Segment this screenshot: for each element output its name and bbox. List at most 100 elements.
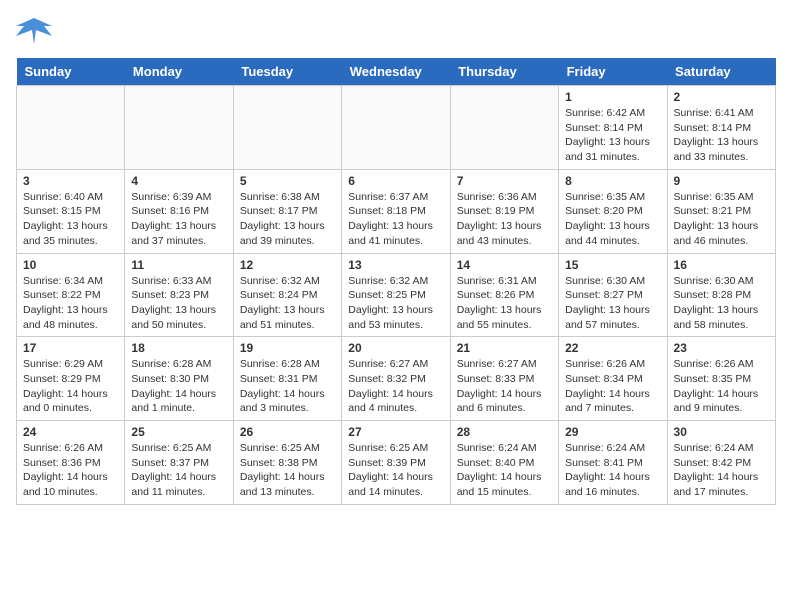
header (16, 16, 776, 46)
calendar-cell: 13 Sunrise: 6:32 AMSunset: 8:25 PMDayligh… (342, 253, 450, 337)
day-info: Sunrise: 6:37 AMSunset: 8:18 PMDaylight:… (348, 190, 443, 249)
day-number: 5 (240, 174, 335, 188)
day-info: Sunrise: 6:26 AMSunset: 8:34 PMDaylight:… (565, 357, 660, 416)
calendar-cell: 12 Sunrise: 6:32 AMSunset: 8:24 PMDayligh… (233, 253, 341, 337)
day-number: 28 (457, 425, 552, 439)
header-day-sunday: Sunday (17, 58, 125, 86)
day-info: Sunrise: 6:25 AMSunset: 8:37 PMDaylight:… (131, 441, 226, 500)
calendar-cell (342, 86, 450, 170)
calendar-cell: 7 Sunrise: 6:36 AMSunset: 8:19 PMDaylight… (450, 169, 558, 253)
calendar-cell: 24 Sunrise: 6:26 AMSunset: 8:36 PMDayligh… (17, 421, 125, 505)
header-day-friday: Friday (559, 58, 667, 86)
calendar-cell: 23 Sunrise: 6:26 AMSunset: 8:35 PMDayligh… (667, 337, 775, 421)
calendar-cell: 4Sunrise: 6:39 AMSunset: 8:16 PMDaylight… (125, 169, 233, 253)
day-info: Sunrise: 6:25 AMSunset: 8:38 PMDaylight:… (240, 441, 335, 500)
calendar-cell: 14Sunrise: 6:31 AMSunset: 8:26 PMDayligh… (450, 253, 558, 337)
calendar-cell: 11 Sunrise: 6:33 AMSunset: 8:23 PMDayligh… (125, 253, 233, 337)
calendar-cell: 16 Sunrise: 6:30 AMSunset: 8:28 PMDayligh… (667, 253, 775, 337)
day-number: 30 (674, 425, 769, 439)
calendar-header-row: SundayMondayTuesdayWednesdayThursdayFrid… (17, 58, 776, 86)
day-number: 16 (674, 258, 769, 272)
day-info: Sunrise: 6:32 AMSunset: 8:24 PMDaylight:… (240, 274, 335, 333)
calendar-cell: 8Sunrise: 6:35 AMSunset: 8:20 PMDaylight… (559, 169, 667, 253)
calendar-cell: 19 Sunrise: 6:28 AMSunset: 8:31 PMDayligh… (233, 337, 341, 421)
day-number: 11 (131, 258, 226, 272)
day-number: 27 (348, 425, 443, 439)
day-number: 17 (23, 341, 118, 355)
calendar-week-3: 10 Sunrise: 6:34 AMSunset: 8:22 PMDayligh… (17, 253, 776, 337)
calendar-week-5: 24 Sunrise: 6:26 AMSunset: 8:36 PMDayligh… (17, 421, 776, 505)
day-info: Sunrise: 6:24 AMSunset: 8:41 PMDaylight:… (565, 441, 660, 500)
header-day-thursday: Thursday (450, 58, 558, 86)
day-number: 3 (23, 174, 118, 188)
calendar-cell: 25 Sunrise: 6:25 AMSunset: 8:37 PMDayligh… (125, 421, 233, 505)
calendar-table: SundayMondayTuesdayWednesdayThursdayFrid… (16, 58, 776, 505)
day-number: 22 (565, 341, 660, 355)
day-info: Sunrise: 6:26 AMSunset: 8:36 PMDaylight:… (23, 441, 118, 500)
day-info: Sunrise: 6:31 AMSunset: 8:26 PMDaylight:… (457, 274, 552, 333)
calendar-week-4: 17 Sunrise: 6:29 AMSunset: 8:29 PMDayligh… (17, 337, 776, 421)
day-number: 24 (23, 425, 118, 439)
calendar-cell: 28 Sunrise: 6:24 AMSunset: 8:40 PMDayligh… (450, 421, 558, 505)
day-number: 18 (131, 341, 226, 355)
day-info: Sunrise: 6:27 AMSunset: 8:33 PMDaylight:… (457, 357, 552, 416)
calendar-cell: 22 Sunrise: 6:26 AMSunset: 8:34 PMDayligh… (559, 337, 667, 421)
calendar-cell: 20Sunrise: 6:27 AMSunset: 8:32 PMDayligh… (342, 337, 450, 421)
header-day-wednesday: Wednesday (342, 58, 450, 86)
calendar-cell: 9Sunrise: 6:35 AMSunset: 8:21 PMDaylight… (667, 169, 775, 253)
calendar-week-2: 3 Sunrise: 6:40 AMSunset: 8:15 PMDaylight… (17, 169, 776, 253)
day-number: 25 (131, 425, 226, 439)
calendar-cell: 30 Sunrise: 6:24 AMSunset: 8:42 PMDayligh… (667, 421, 775, 505)
day-info: Sunrise: 6:24 AMSunset: 8:40 PMDaylight:… (457, 441, 552, 500)
day-number: 20 (348, 341, 443, 355)
logo (16, 16, 56, 46)
calendar-cell (450, 86, 558, 170)
calendar-cell: 2 Sunrise: 6:41 AMSunset: 8:14 PMDaylight… (667, 86, 775, 170)
header-day-saturday: Saturday (667, 58, 775, 86)
calendar-cell: 6 Sunrise: 6:37 AMSunset: 8:18 PMDaylight… (342, 169, 450, 253)
day-number: 19 (240, 341, 335, 355)
day-number: 7 (457, 174, 552, 188)
day-number: 12 (240, 258, 335, 272)
day-info: Sunrise: 6:41 AMSunset: 8:14 PMDaylight:… (674, 106, 769, 165)
day-info: Sunrise: 6:29 AMSunset: 8:29 PMDaylight:… (23, 357, 118, 416)
calendar-cell: 18 Sunrise: 6:28 AMSunset: 8:30 PMDayligh… (125, 337, 233, 421)
calendar-cell: 21 Sunrise: 6:27 AMSunset: 8:33 PMDayligh… (450, 337, 558, 421)
day-info: Sunrise: 6:28 AMSunset: 8:31 PMDaylight:… (240, 357, 335, 416)
header-day-monday: Monday (125, 58, 233, 86)
day-info: Sunrise: 6:32 AMSunset: 8:25 PMDaylight:… (348, 274, 443, 333)
day-number: 23 (674, 341, 769, 355)
day-info: Sunrise: 6:24 AMSunset: 8:42 PMDaylight:… (674, 441, 769, 500)
calendar-cell: 3 Sunrise: 6:40 AMSunset: 8:15 PMDaylight… (17, 169, 125, 253)
day-info: Sunrise: 6:30 AMSunset: 8:27 PMDaylight:… (565, 274, 660, 333)
day-info: Sunrise: 6:42 AMSunset: 8:14 PMDaylight:… (565, 106, 660, 165)
day-number: 21 (457, 341, 552, 355)
calendar-cell (125, 86, 233, 170)
calendar-cell: 10 Sunrise: 6:34 AMSunset: 8:22 PMDayligh… (17, 253, 125, 337)
day-number: 6 (348, 174, 443, 188)
day-info: Sunrise: 6:40 AMSunset: 8:15 PMDaylight:… (23, 190, 118, 249)
day-number: 15 (565, 258, 660, 272)
day-info: Sunrise: 6:36 AMSunset: 8:19 PMDaylight:… (457, 190, 552, 249)
calendar-cell: 26 Sunrise: 6:25 AMSunset: 8:38 PMDayligh… (233, 421, 341, 505)
day-info: Sunrise: 6:35 AMSunset: 8:21 PMDaylight:… (674, 190, 769, 249)
day-info: Sunrise: 6:38 AMSunset: 8:17 PMDaylight:… (240, 190, 335, 249)
day-info: Sunrise: 6:30 AMSunset: 8:28 PMDaylight:… (674, 274, 769, 333)
calendar-cell (17, 86, 125, 170)
day-number: 1 (565, 90, 660, 104)
day-info: Sunrise: 6:26 AMSunset: 8:35 PMDaylight:… (674, 357, 769, 416)
calendar-cell: 5 Sunrise: 6:38 AMSunset: 8:17 PMDaylight… (233, 169, 341, 253)
day-number: 26 (240, 425, 335, 439)
day-info: Sunrise: 6:33 AMSunset: 8:23 PMDaylight:… (131, 274, 226, 333)
calendar-cell: 17 Sunrise: 6:29 AMSunset: 8:29 PMDayligh… (17, 337, 125, 421)
day-number: 10 (23, 258, 118, 272)
calendar-cell: 27Sunrise: 6:25 AMSunset: 8:39 PMDayligh… (342, 421, 450, 505)
calendar-cell: 15 Sunrise: 6:30 AMSunset: 8:27 PMDayligh… (559, 253, 667, 337)
calendar-week-1: 1 Sunrise: 6:42 AMSunset: 8:14 PMDaylight… (17, 86, 776, 170)
day-number: 13 (348, 258, 443, 272)
calendar-cell: 1 Sunrise: 6:42 AMSunset: 8:14 PMDaylight… (559, 86, 667, 170)
day-info: Sunrise: 6:28 AMSunset: 8:30 PMDaylight:… (131, 357, 226, 416)
day-info: Sunrise: 6:34 AMSunset: 8:22 PMDaylight:… (23, 274, 118, 333)
day-number: 2 (674, 90, 769, 104)
day-number: 4 (131, 174, 226, 188)
